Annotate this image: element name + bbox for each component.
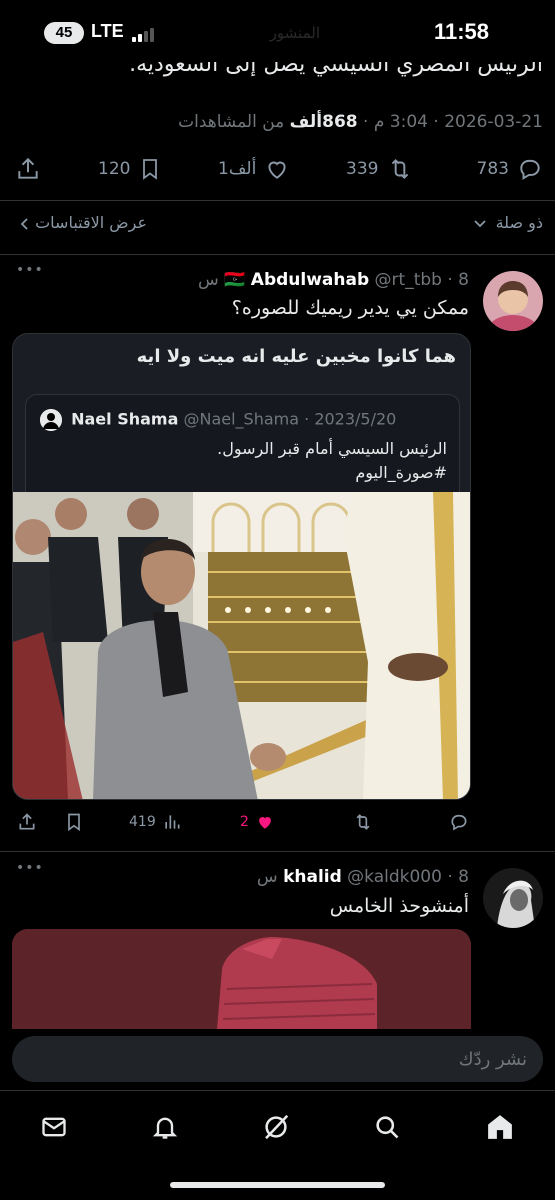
main-tweet-actions: 783 339 1ألف 120: [0, 150, 555, 190]
messages-icon[interactable]: [34, 1107, 74, 1147]
author-handle[interactable]: @kaldk000: [347, 867, 442, 887]
search-icon[interactable]: [367, 1107, 407, 1147]
share-button[interactable]: [17, 812, 37, 832]
view-quotes-link[interactable]: عرض الاقتباسات: [16, 213, 147, 232]
views-count: 868ألف: [289, 112, 358, 132]
quoted-author-name: Nael Shama: [71, 409, 179, 429]
quoted-author-handle: @Nael_Shama: [183, 409, 300, 429]
network-label: LTE: [91, 21, 124, 41]
bookmark-icon: [64, 812, 84, 832]
reply-input[interactable]: [47, 1036, 527, 1082]
home-indicator: [170, 1182, 385, 1188]
bookmark-button[interactable]: [64, 812, 84, 832]
bookmark-button[interactable]: 120: [98, 156, 162, 182]
repost-button[interactable]: 339: [346, 156, 414, 182]
repost-icon: [352, 812, 374, 832]
background-page-title: المنشور: [269, 24, 320, 42]
repost-button[interactable]: [352, 812, 374, 832]
analytics-icon: [162, 812, 182, 832]
author-handle[interactable]: @rt_tbb: [375, 270, 442, 290]
status-bar: المنشور 45 LTE 11:58: [0, 0, 555, 62]
tweet-date: 2026-03-21: [444, 112, 543, 132]
reply-header: khalid @kaldk000 · 8 س: [256, 867, 469, 887]
quoted-hashtag: #صورة_اليوم: [355, 463, 447, 482]
related-link[interactable]: ذو صلة: [473, 213, 543, 232]
quoted-photo: [13, 492, 470, 799]
quoted-tweet: Nael Shama @Nael_Shama · 2023/5/20 الرئي…: [25, 394, 460, 494]
reply-text: ممكن يي يدير ريميك للصوره؟: [231, 297, 469, 319]
bookmark-icon: [138, 156, 162, 182]
signal-icon: [132, 28, 154, 42]
battery-indicator: 45: [44, 22, 84, 44]
avatar[interactable]: [483, 868, 543, 928]
reply-icon: [449, 812, 469, 832]
views-label: من المشاهدات: [178, 112, 285, 132]
avatar: [40, 409, 62, 431]
reply-icon: [517, 156, 543, 182]
share-icon: [17, 812, 37, 832]
reply-media[interactable]: هما كانوا مخبين عليه انه ميت ولا ايه Nae…: [12, 333, 471, 800]
author-name[interactable]: khalid: [283, 867, 342, 887]
divider: [0, 851, 555, 852]
author-name[interactable]: Abdulwahab: [251, 270, 369, 290]
notifications-icon[interactable]: [145, 1107, 185, 1147]
like-button[interactable]: 2: [240, 812, 275, 832]
avatar[interactable]: [483, 271, 543, 331]
heart-filled-icon: [255, 812, 275, 832]
chevron-down-icon: [473, 219, 487, 229]
quoted-date: 2023/5/20: [314, 409, 397, 429]
flag-icon: 🇱🇾: [224, 270, 246, 290]
heart-icon: [264, 156, 290, 182]
reply-button[interactable]: [449, 812, 469, 832]
reply-button[interactable]: 783: [477, 156, 543, 182]
reply-composer[interactable]: [12, 1036, 543, 1082]
more-options-icon[interactable]: •••: [16, 860, 44, 876]
tweet-time: 3:04 م: [373, 112, 428, 132]
reply-media[interactable]: [12, 929, 471, 1029]
grok-icon[interactable]: [256, 1107, 296, 1147]
home-icon[interactable]: [480, 1107, 520, 1147]
divider: [0, 254, 555, 255]
share-button[interactable]: [15, 156, 41, 182]
like-button[interactable]: 1ألف: [218, 156, 290, 182]
divider: [0, 200, 555, 201]
reply-actions: 419 2: [0, 812, 555, 838]
more-options-icon[interactable]: •••: [16, 262, 44, 278]
chevron-left-icon: [20, 217, 30, 231]
media-caption: هما كانوا مخبين عليه انه ميت ولا ايه: [136, 346, 456, 367]
quoted-header: Nael Shama @Nael_Shama · 2023/5/20: [40, 409, 396, 431]
repost-icon: [386, 156, 414, 182]
quoted-text: الرئيس السيسي أمام قبر الرسول.: [217, 439, 447, 458]
views-button[interactable]: 419: [129, 812, 182, 832]
tweet-meta: 2026-03-21 · 3:04 م · 868ألف من المشاهدا…: [178, 112, 543, 132]
share-icon: [15, 156, 41, 182]
reply-text: أمنشوحذ الخامس: [329, 895, 469, 917]
clock: 11:58: [433, 19, 489, 44]
reply-header: 🇱🇾 Abdulwahab @rt_tbb · 8 س: [198, 270, 469, 290]
